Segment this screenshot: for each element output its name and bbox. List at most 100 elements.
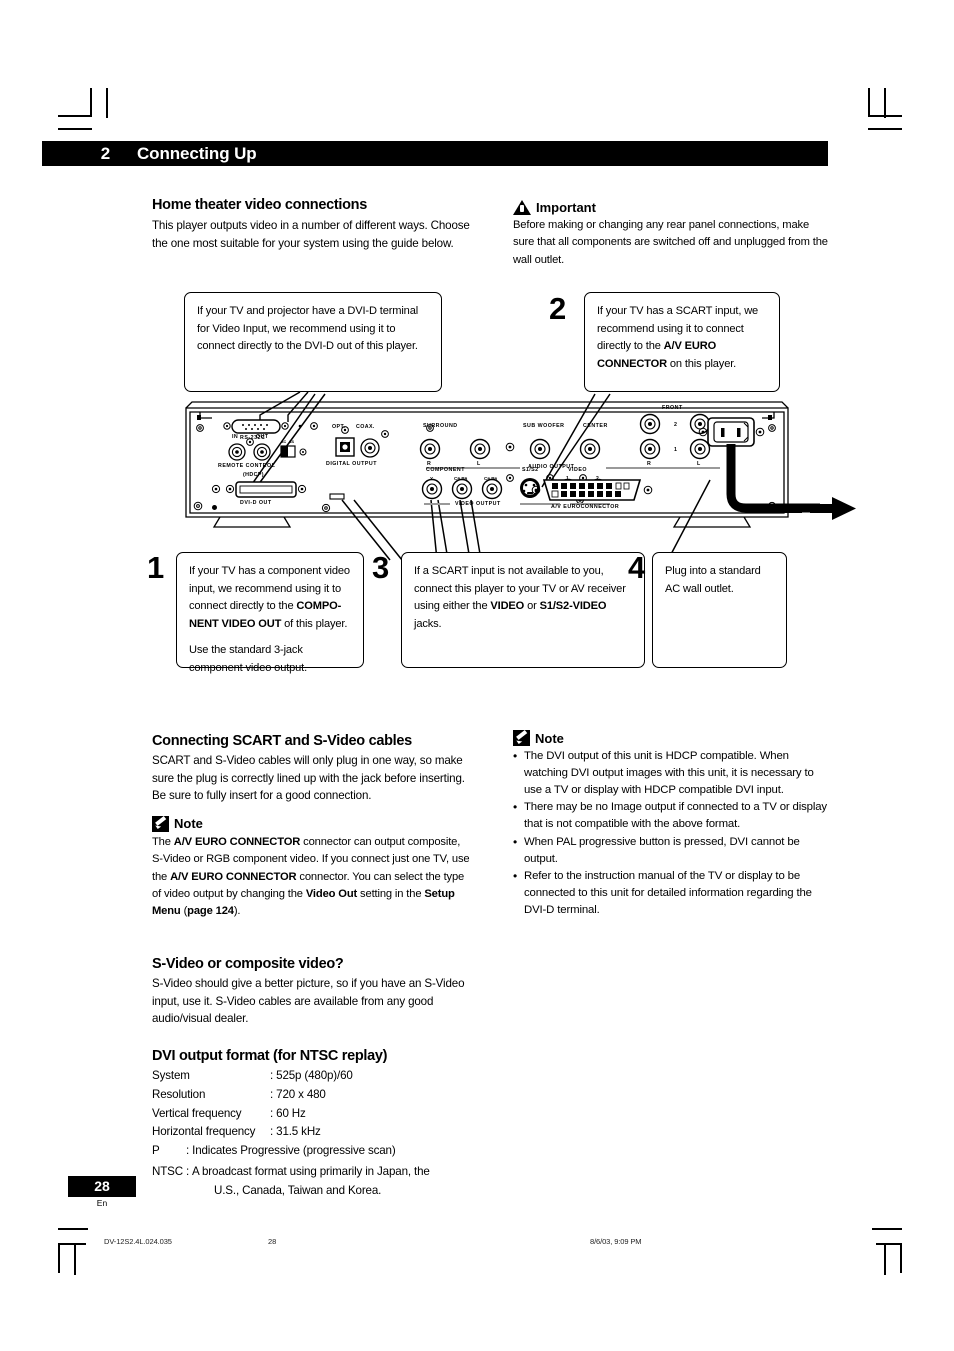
section-svideo-or-composite: S-Video or composite video? S-Video shou… — [152, 956, 472, 1028]
pencil-note-icon — [513, 730, 530, 746]
callout-video-jacks: If a SCART input is not available to you… — [401, 552, 645, 668]
label-surround: SURROUND — [423, 423, 458, 429]
label-euroconnector: A/V EUROCONNECTOR — [551, 504, 620, 510]
spec-value: : Indicates Progressive (progressive sca… — [186, 1144, 396, 1158]
warning-triangle-icon — [513, 199, 531, 215]
note-label-left: Note — [174, 816, 203, 832]
spec-key: System — [152, 1069, 190, 1082]
label-center: CENTER — [583, 423, 608, 429]
print-page-number: 28 — [268, 1237, 277, 1246]
spec-key: Vertical frequency — [152, 1106, 242, 1120]
callout-component-text-b: of this player. — [281, 617, 348, 630]
important-text: Before making or changing any rear panel… — [513, 219, 828, 266]
spec-value-ntsc-line2: U.S., Canada, Taiwan and Korea. — [214, 1183, 382, 1197]
label-front-2: 2 — [674, 422, 677, 428]
callout-power-text: Plug into a standard AC wall outlet. — [665, 565, 761, 595]
label-dvi-d-out: DVI-D OUT — [240, 500, 272, 506]
spec-key: Resolution — [152, 1087, 206, 1101]
callout-power-outlet: Plug into a standard AC wall outlet. — [652, 552, 787, 668]
note-bullet-item: Refer to the instruction manual of the T… — [513, 867, 828, 919]
label-digital-output: DIGITAL OUTPUT — [326, 461, 377, 467]
spec-row: Resolution : 720 x 480 — [152, 1086, 472, 1105]
step-number-4: 4 — [628, 550, 645, 585]
label-video-2: 2 — [596, 476, 599, 482]
heading-connecting-scart: Connecting SCART and S-Video cables — [152, 733, 412, 749]
print-file-name: DV-12S2.4L.024.035 — [104, 1237, 172, 1246]
spec-row: Horizontal frequency : 31.5 kHz — [152, 1123, 472, 1142]
label-remote-in: IN — [232, 434, 239, 440]
heading-dvi-output-format: DVI output format (for NTSC replay) — [152, 1048, 388, 1064]
label-s1s2: S1/S2 — [522, 467, 539, 473]
note-frag-bold-5: page 124 — [187, 905, 234, 918]
spec-row-ntsc: NTSC : A broadcast format using primaril… — [152, 1163, 472, 1201]
callout-component-video: If your TV has a component video input, … — [176, 552, 364, 674]
page-number-badge: 28 — [68, 1176, 136, 1197]
spec-key-ntsc: NTSC : — [152, 1164, 190, 1178]
label-video: VIDEO — [568, 467, 587, 473]
label-video-output: VIDEO OUTPUT — [455, 501, 501, 507]
chapter-number: 2 — [100, 144, 110, 163]
heading-svideo-composite: S-Video or composite video? — [152, 956, 344, 972]
callout-video-text-c: jacks. — [414, 617, 442, 630]
paragraph-connecting-scart: SCART and S-Video cables will only plug … — [152, 754, 465, 803]
spec-key: Horizontal frequency — [152, 1125, 256, 1139]
label-comp-cr: Cʀ Pʀ — [484, 476, 498, 481]
label-hdcp: (HDCP) — [243, 472, 264, 478]
section-connecting-scart: Connecting SCART and S-Video cables SCAR… — [152, 733, 472, 921]
callout-scart: If your TV has a SCART input, we recomme… — [584, 292, 780, 392]
section-home-theater-video: Home theater video connections This play… — [152, 197, 472, 252]
note-heading-left: Note — [152, 815, 472, 832]
print-timestamp: 8/6/03, 9:09 PM — [590, 1237, 642, 1246]
callout-video-text-b: or — [524, 600, 540, 613]
label-video-1: 1 — [566, 476, 569, 482]
note-bullet-list: The DVI output of this unit is HDCP comp… — [513, 747, 828, 919]
rear-panel-connection-diagram: RS-232C IN OUT REMOTE CONTROL (HDCP) DVI… — [140, 282, 856, 682]
document-page: { "chapter": { "number": "2", "title": "… — [0, 0, 954, 1351]
paragraph-svideo-composite: S-Video should give a better picture, so… — [152, 977, 465, 1026]
note-frag-1: The — [152, 835, 174, 848]
paragraph-home-theater-video: This player outputs video in a number of… — [152, 219, 470, 250]
spec-row: Vertical frequency : 60 Hz — [152, 1105, 472, 1124]
section-dvi-output-format: DVI output format (for NTSC replay) Syst… — [152, 1048, 472, 1200]
label-opt: OPT. — [332, 424, 346, 430]
important-block: Important Before making or changing any … — [513, 199, 828, 269]
note-heading-right: Note — [513, 730, 828, 746]
label-sub-woofer: SUB WOOFER — [523, 423, 565, 429]
callout-video-bold-a: VIDEO — [490, 600, 525, 613]
callout-dvi-line4: player. — [386, 340, 418, 353]
label-switch-sc: SC — [281, 440, 287, 444]
note-label-right: Note — [535, 730, 564, 746]
note-bullet-item: The DVI output of this unit is HDCP comp… — [513, 747, 828, 799]
callout-dvi-line1: If your TV and projector have a DVI-D — [197, 305, 377, 317]
note-bullet-item: There may be no Image output if connecte… — [513, 798, 828, 833]
callout-scart-text-b: on this player. — [666, 357, 737, 370]
callout-component-para2: Use the standard 3-jack component video … — [189, 644, 308, 674]
spec-value-ntsc-line1: A broadcast format using primarily in Ja… — [192, 1164, 430, 1178]
spec-value: : 60 Hz — [270, 1106, 306, 1120]
label-comp-y: Y — [430, 476, 434, 481]
callout-dvi-d: If your TV and projector have a DVI-D te… — [184, 292, 442, 392]
label-front-1: 1 — [674, 447, 677, 453]
important-label: Important — [536, 199, 596, 215]
spec-value: : 720 x 480 — [270, 1087, 326, 1101]
label-surround-l: L — [477, 461, 481, 467]
pencil-note-icon — [152, 815, 169, 832]
page-language-label: En — [96, 1198, 108, 1208]
label-front: FRONT — [662, 405, 683, 411]
note-bullet-item: When PAL progressive button is pressed, … — [513, 833, 828, 868]
important-heading: Important — [513, 199, 828, 215]
label-comp-cb: Cʙ Pʙ — [454, 476, 468, 481]
label-remote-out: OUT — [256, 434, 269, 440]
step-number-1: 1 — [147, 550, 164, 585]
label-front-l: L — [697, 461, 701, 467]
spec-row: System : 525p (480p)/60 — [152, 1067, 472, 1086]
heading-home-theater-video: Home theater video connections — [152, 197, 367, 213]
note-block-right: Note The DVI output of this unit is HDCP… — [513, 730, 828, 919]
label-component: COMPONENT — [426, 467, 465, 473]
label-switch-ss: SS — [289, 440, 295, 444]
note-frag-4: setting in the — [357, 887, 425, 900]
callout-video-bold-b: S1/S2-VIDEO — [539, 600, 607, 613]
spec-value: : 31.5 kHz — [270, 1125, 321, 1139]
label-remote-control: REMOTE CONTROL — [218, 463, 276, 469]
step-number-2: 2 — [549, 291, 566, 326]
